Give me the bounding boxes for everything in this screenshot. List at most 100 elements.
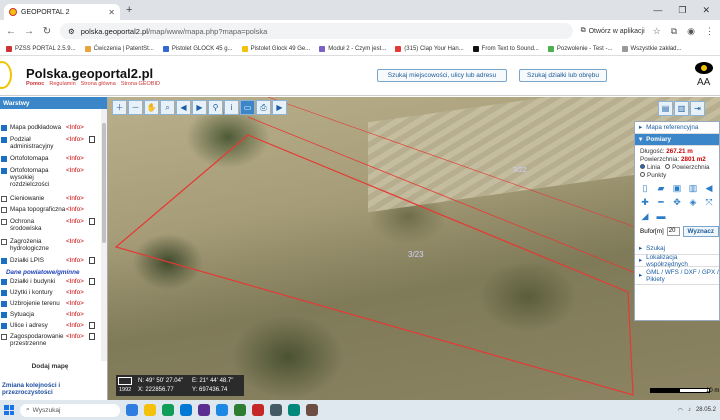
layer-row[interactable]: Podział administracyjny <Info> (0, 136, 100, 150)
star-icon[interactable]: ☆ (653, 26, 661, 37)
layer-checkbox[interactable] (1, 323, 7, 329)
measured-polygon[interactable] (114, 134, 634, 396)
accessibility-eye-icon[interactable] (695, 62, 713, 74)
excel-icon[interactable] (234, 404, 246, 416)
volume-icon[interactable]: ♪ (688, 407, 691, 413)
video-icon[interactable]: ▶ (272, 100, 287, 115)
layer-row[interactable]: Użytki i kontury <Info> (0, 289, 100, 296)
measurements-header[interactable]: ▾ Pomiary (635, 134, 719, 146)
wifi-icon[interactable]: ◠ (678, 407, 683, 414)
chrome-icon[interactable] (162, 404, 174, 416)
extensions-icon[interactable]: ⧉ (671, 26, 677, 37)
layer-row[interactable]: Działki i budynki <Info> (0, 278, 100, 285)
bookmark-item[interactable]: Wszystkie zakład... (621, 45, 682, 52)
layer-row[interactable]: Zagospodarowanie przestrzenne <Info> (0, 333, 100, 347)
teams-icon[interactable] (198, 404, 210, 416)
layer-checkbox[interactable] (1, 334, 7, 340)
legend-document-icon[interactable] (89, 333, 95, 340)
minimize-icon[interactable]: — (653, 5, 662, 16)
clock[interactable]: 28.05.2 (696, 407, 716, 413)
bookmark-item[interactable]: From Text to Sound... (472, 45, 539, 52)
app-icon[interactable] (306, 404, 318, 416)
layer-row[interactable]: Zagrożenia hydrologiczne <Info> (0, 238, 100, 252)
close-tab-icon[interactable]: ✕ (108, 8, 115, 17)
bookmark-item[interactable]: (315) Clap Your Han... (395, 45, 464, 52)
legend-document-icon[interactable] (89, 257, 95, 264)
layer-row[interactable]: Uzbrojenie terenu <Info> (0, 300, 100, 307)
shape-icon[interactable]: ◢ (639, 211, 651, 221)
url-bar[interactable]: ⚙ polska.geoportal2.pl/map/www/mapa.php?… (60, 23, 573, 39)
taskbar-search[interactable]: ⌕ Wyszukaj (20, 403, 120, 417)
layer-row[interactable]: Mapa podkładowa <Info> (0, 124, 100, 131)
windows-start-icon[interactable] (4, 405, 14, 415)
app-icon[interactable] (288, 404, 300, 416)
split-icon[interactable]: ⤧ (703, 197, 715, 207)
bookmark-item[interactable]: PZSS PORTAL 2.5.9... (6, 45, 76, 52)
zoom-area-icon[interactable]: ⌕ (160, 100, 175, 115)
bookmark-item[interactable]: Pistolet Glock 49 Ge... (241, 45, 310, 52)
menu-icon[interactable]: ⋮ (705, 26, 714, 37)
new-tab-icon[interactable]: + (126, 4, 132, 16)
link-icon[interactable]: ⚲ (208, 100, 223, 115)
layer-row[interactable]: Ulice i adresy <Info> (0, 322, 100, 329)
layer-row[interactable]: Cieniowanie <Info> (0, 195, 100, 202)
zoom-out-icon[interactable]: － (128, 100, 143, 115)
site-info-icon[interactable]: ⚙ (68, 27, 75, 36)
file-explorer-icon[interactable] (144, 404, 156, 416)
layer-checkbox[interactable] (1, 312, 7, 318)
layer-info-link[interactable]: <Info> (66, 195, 88, 202)
font-size-button[interactable]: AA (697, 77, 710, 88)
layout-icon[interactable]: ▤ (658, 101, 673, 116)
layer-info-link[interactable]: <Info> (66, 311, 88, 318)
info-icon[interactable]: i (224, 100, 239, 115)
layer-order-link[interactable]: Zmiana kolejności i przezroczystości (2, 382, 107, 396)
print-icon[interactable]: ⎙ (256, 100, 271, 115)
reference-map-header[interactable]: ▸ Mapa referencyjna (635, 122, 719, 134)
layer-info-link[interactable]: <Info> (66, 278, 88, 285)
site-title[interactable]: Polska.geoportal2.pl (26, 66, 153, 81)
layer-checkbox[interactable] (1, 239, 7, 245)
layer-row[interactable]: Ortofotomapa wysokiej rozdzielczości <Inf… (0, 167, 100, 188)
layer-checkbox[interactable] (1, 137, 7, 143)
radio-area[interactable] (665, 164, 671, 169)
task-view-icon[interactable] (126, 404, 138, 416)
layer-checkbox[interactable] (1, 279, 7, 285)
layer-row[interactable]: Działki LPIS <Info> (0, 257, 100, 264)
buffer-input[interactable]: 20 (666, 227, 680, 236)
pan-hand-icon[interactable]: ✋ (144, 100, 159, 115)
open-in-app-button[interactable]: ⧉ Otwórz w aplikacji (581, 27, 645, 35)
layer-row[interactable]: Ochrona środowiska <Info> (0, 218, 100, 232)
remove-point-icon[interactable]: ━ (655, 197, 667, 207)
layer-info-link[interactable]: <Info> (66, 124, 88, 131)
layer-checkbox[interactable] (1, 156, 7, 162)
layer-checkbox[interactable] (1, 168, 7, 174)
localization-header[interactable]: ▸ Lokalizacja współrzędnych (635, 254, 719, 268)
delete-icon[interactable]: ▥ (687, 183, 699, 193)
layer-info-link[interactable]: <Info> (66, 322, 88, 329)
rectangle-icon[interactable]: ▬ (655, 211, 667, 221)
site-link[interactable]: Regulamin (49, 81, 75, 87)
radio-line[interactable] (640, 164, 645, 169)
site-link[interactable]: Pomoc (26, 81, 44, 87)
epsg-badge[interactable] (118, 377, 132, 385)
back-icon[interactable]: ← (6, 26, 16, 37)
layer-checkbox[interactable] (1, 258, 7, 264)
bookmark-item[interactable]: Moduł 2 - Czym jest... (319, 45, 386, 52)
layers-title[interactable]: Warstwy (0, 97, 107, 109)
bookmark-item[interactable]: Pozwolenie - Test -... (547, 45, 613, 52)
bookmark-item[interactable]: Pistolet GLOCK 45 g... (162, 45, 233, 52)
buffer-icon[interactable]: ◈ (687, 197, 699, 207)
new-file-icon[interactable]: ▯ (639, 183, 651, 193)
scrollbar-thumb[interactable] (102, 123, 106, 243)
layer-info-link[interactable]: <Info> (66, 167, 88, 174)
reload-icon[interactable]: ↻ (42, 26, 52, 37)
save-icon[interactable]: ▣ (671, 183, 683, 193)
site-link[interactable]: Strona GEOBID (121, 81, 160, 87)
pdf-icon[interactable] (252, 404, 264, 416)
add-map-button[interactable]: Dodaj mapę (0, 363, 100, 370)
layer-checkbox[interactable] (1, 207, 7, 213)
layer-row[interactable]: Ortofotomapa <Info> (0, 155, 100, 162)
browser-tab[interactable]: GEOPORTAL 2 ✕ (4, 4, 120, 20)
next-view-icon[interactable]: ▶ (192, 100, 207, 115)
arrow-left-icon[interactable]: ◀ (703, 183, 715, 193)
